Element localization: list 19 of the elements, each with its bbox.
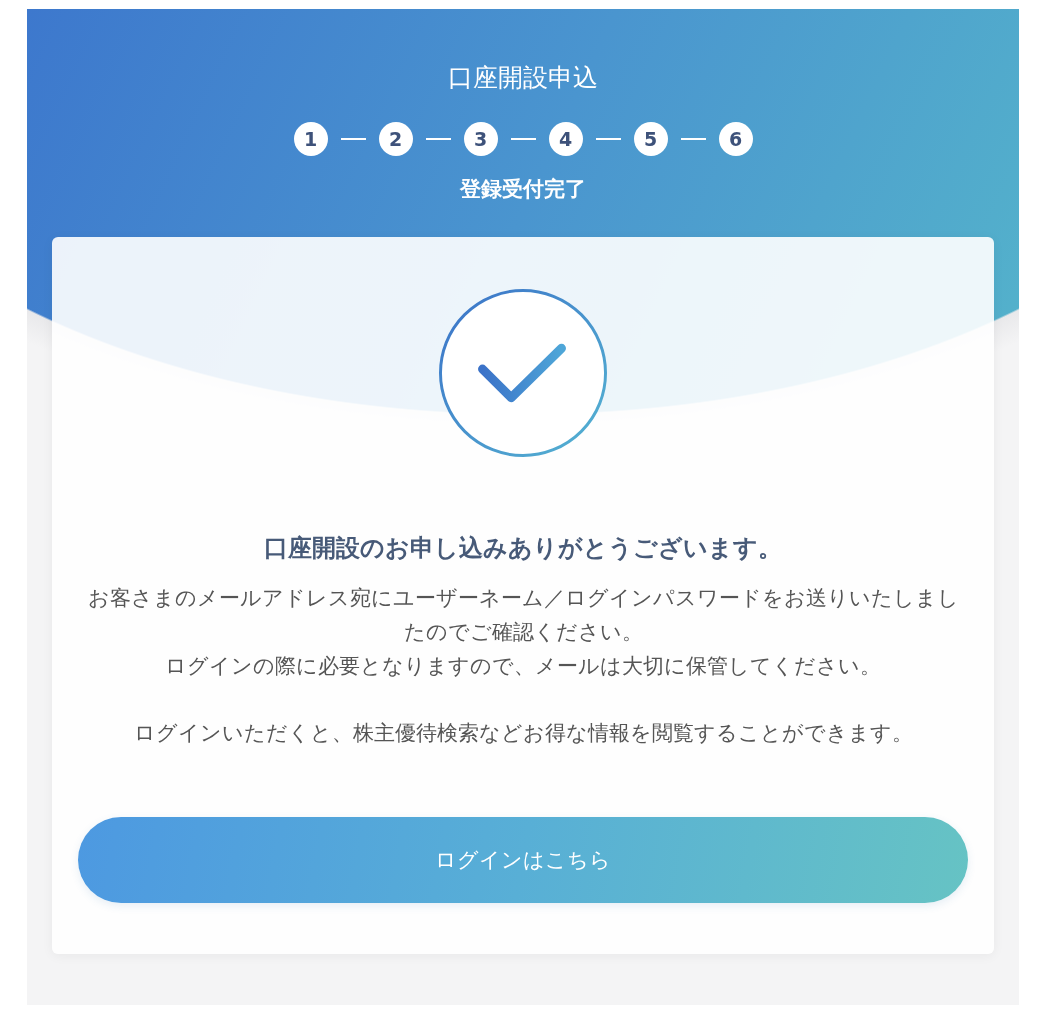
step-number: 6 — [718, 122, 753, 156]
page-title: 口座開設申込 — [448, 63, 598, 93]
step-number: 5 — [633, 122, 668, 156]
message-text: お客さまのメールアドレス宛にユーザーネーム／ログインパスワードをお送りいたしましたのでご確認ください。 — [86, 585, 960, 646]
checkmark-icon — [439, 289, 607, 457]
step-connector — [510, 138, 536, 140]
step-number: 3 — [463, 122, 498, 156]
step-connector — [425, 138, 451, 140]
step-connector — [595, 138, 621, 140]
step-connector — [340, 138, 366, 140]
message-text: ログインの際に必要となりますので、メールは大切に保管してください。 — [164, 653, 882, 680]
thank-you-heading: 口座開設のお申し込みありがとうございます。 — [264, 533, 782, 563]
login-button[interactable]: ログインはこちら — [78, 817, 968, 903]
step-connector — [680, 138, 706, 140]
step-number: 2 — [378, 122, 413, 156]
step-number: 4 — [548, 122, 583, 156]
step-number: 1 — [293, 122, 328, 156]
step-label: 登録受付完了 — [460, 176, 586, 202]
info-text: ログインいただくと、株主優待検索などお得な情報を閲覧することができます。 — [132, 720, 914, 747]
